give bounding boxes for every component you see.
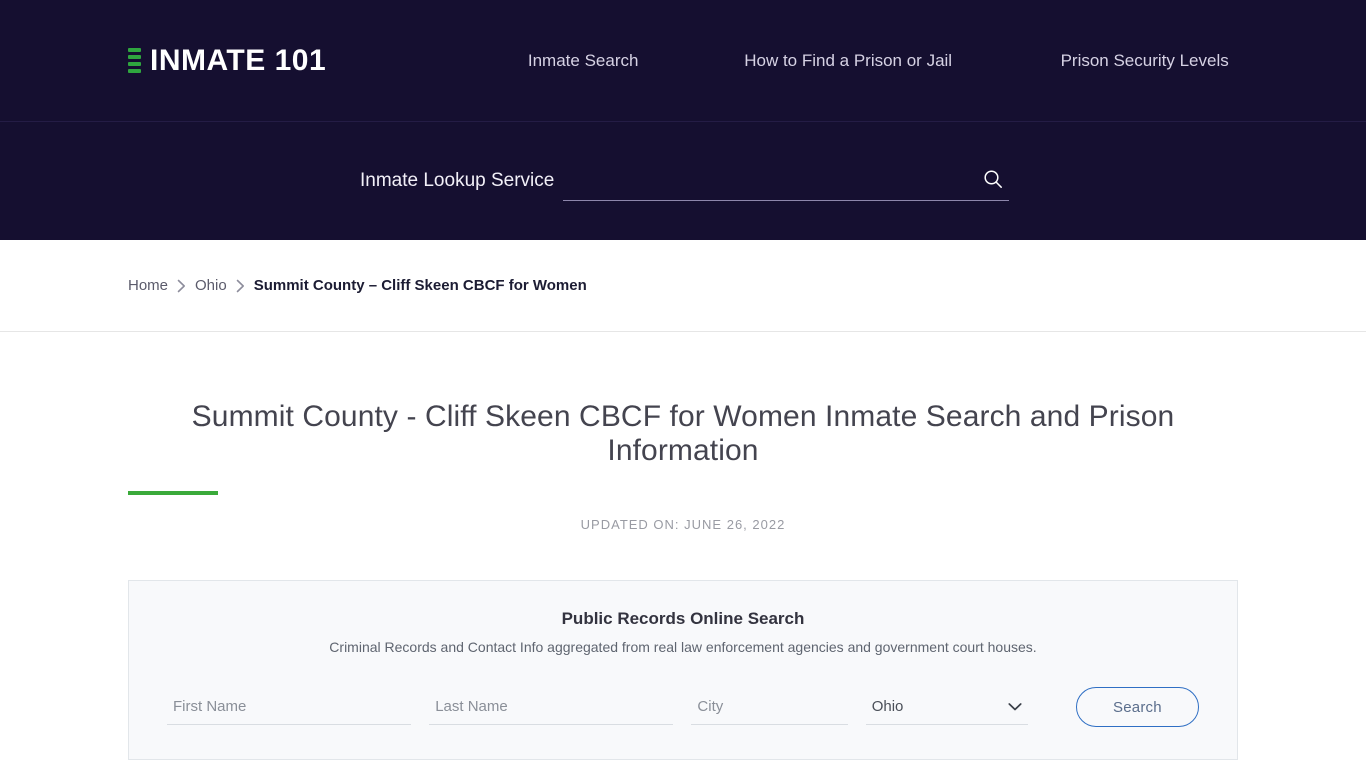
header-search-input[interactable]: [563, 164, 971, 197]
first-name-field[interactable]: [167, 689, 412, 726]
nav-link-label[interactable]: Prison Security Levels: [1061, 45, 1229, 77]
nav-item-how-to-find-a-prison-or-jail[interactable]: How to Find a Prison or Jail: [688, 45, 1008, 77]
panel-heading: Public Records Online Search: [561, 609, 805, 629]
header-top-bar: INMATE 101 Inmate Search How to Find a P…: [0, 0, 1366, 122]
title-block: Summit County - Cliff Skeen CBCF for Wom…: [128, 332, 1238, 532]
header-search-field[interactable]: [563, 161, 1009, 201]
nav-item-prison-security-levels[interactable]: Prison Security Levels: [1008, 45, 1281, 77]
header-search-button[interactable]: [971, 167, 1009, 194]
breadcrumb-item-home[interactable]: Home: [128, 277, 168, 294]
state-field[interactable]: Ohio: [865, 689, 1028, 726]
first-name-input[interactable]: [167, 691, 412, 722]
site-header: INMATE 101 Inmate Search How to Find a P…: [0, 0, 1366, 240]
title-accent-rule: [128, 491, 218, 496]
public-records-form: Ohio Search: [167, 687, 1199, 728]
last-name-field[interactable]: [429, 689, 674, 726]
nav-link-label[interactable]: Inmate Search: [528, 45, 639, 77]
header-search-bar: Inmate Lookup Service: [0, 122, 1366, 240]
updated-on-text: UPDATED ON: JUNE 26, 2022: [580, 517, 786, 533]
state-select[interactable]: Ohio: [865, 691, 1028, 722]
page-title: Summit County - Cliff Skeen CBCF for Wom…: [191, 400, 1175, 467]
nav-link-label[interactable]: How to Find a Prison or Jail: [744, 45, 952, 77]
brand-name: INMATE 101: [150, 43, 327, 77]
logo-bars-icon: [128, 47, 141, 74]
inmate-lookup-service-label: Inmate Lookup Service: [360, 170, 555, 191]
panel-subtitle: Criminal Records and Contact Info aggreg…: [329, 639, 1037, 656]
chevron-right-icon: [177, 279, 186, 293]
search-icon: [981, 167, 1005, 194]
breadcrumb-item-current: Summit County – Cliff Skeen CBCF for Wom…: [253, 277, 587, 294]
search-button[interactable]: Search: [1075, 687, 1199, 728]
chevron-right-icon: [236, 279, 245, 293]
breadcrumb-item-ohio[interactable]: Ohio: [195, 277, 227, 294]
public-records-search-panel: Public Records Online Search Criminal Re…: [128, 580, 1238, 761]
city-input[interactable]: [691, 691, 848, 722]
breadcrumb-bar: Home Ohio Summit County – Cliff Skeen CB…: [0, 240, 1366, 332]
breadcrumb: Home Ohio Summit County – Cliff Skeen CB…: [128, 277, 587, 294]
page-main: Summit County - Cliff Skeen CBCF for Wom…: [0, 332, 1366, 761]
brand-logo[interactable]: INMATE 101: [128, 43, 327, 77]
nav-item-inmate-search[interactable]: Inmate Search: [478, 45, 688, 77]
city-field[interactable]: [691, 689, 848, 726]
last-name-input[interactable]: [429, 691, 674, 722]
main-navigation: Inmate Search How to Find a Prison or Ja…: [478, 45, 1281, 77]
